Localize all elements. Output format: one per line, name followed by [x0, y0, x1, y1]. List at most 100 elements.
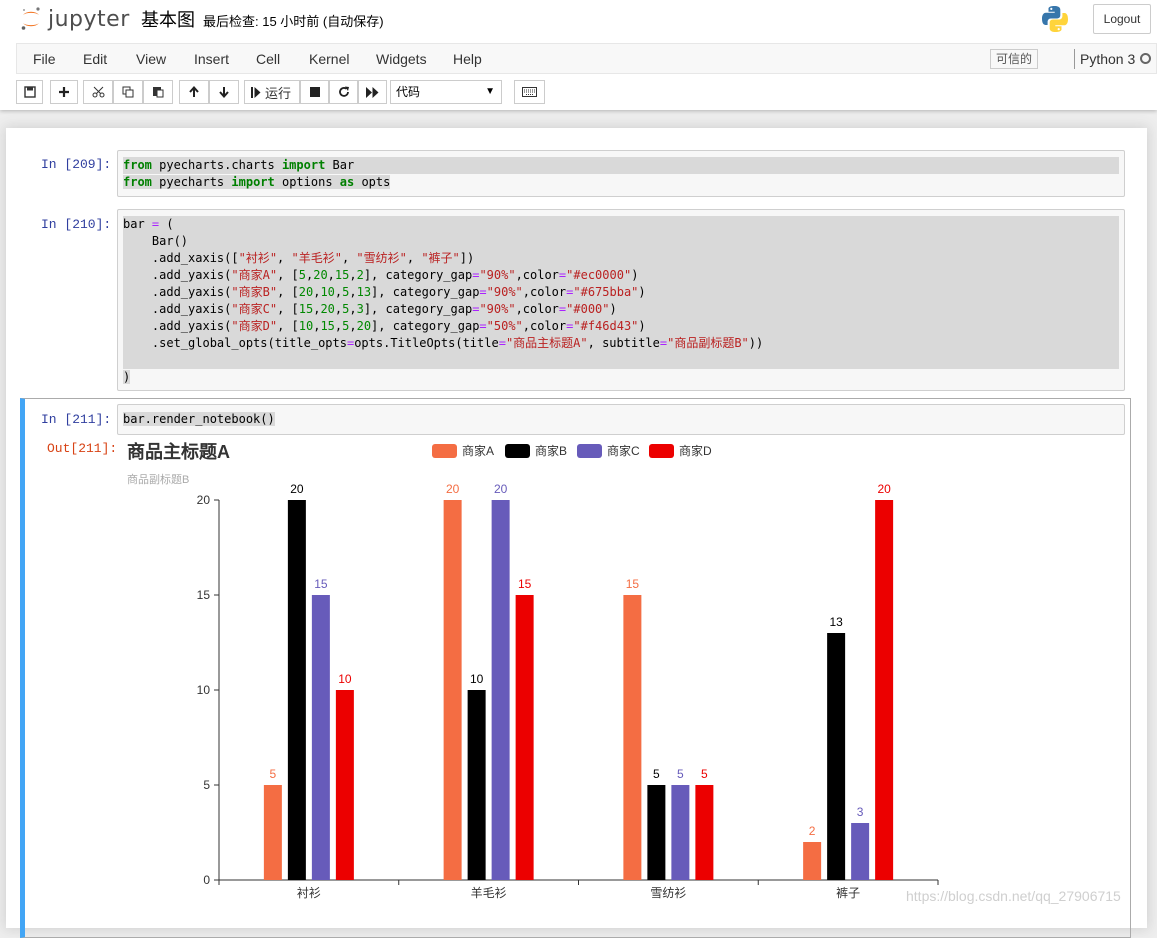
bar-data-label: 15 [314, 577, 328, 591]
copy-button[interactable] [113, 80, 143, 104]
bar-data-label: 10 [338, 672, 352, 686]
menu-cell[interactable]: Cell [256, 51, 280, 67]
y-tick-label: 15 [197, 588, 211, 602]
jupyter-icon [21, 7, 40, 30]
bar-data-label: 5 [270, 767, 277, 781]
menu-help[interactable]: Help [453, 51, 482, 67]
y-tick-label: 10 [197, 683, 211, 697]
code-cell-input[interactable]: bar = ( Bar() .add_xaxis(["衬衫", "羊毛衫", "… [117, 209, 1125, 391]
arrow-up-icon [189, 86, 199, 97]
jupyter-logo[interactable]: jupyter [20, 5, 130, 33]
code-line: bar.render_notebook() [123, 412, 275, 426]
cut-button[interactable] [83, 80, 113, 104]
paste-button[interactable] [143, 80, 173, 104]
code-line: .add_xaxis(["衬衫", "羊毛衫", "雪纺衫", "裤子"]) [123, 251, 475, 265]
checkpoint-status: 最后检查: 15 小时前 (自动保存) [203, 14, 384, 29]
menubar: File Edit View Insert Cell Kernel Widget… [16, 43, 1157, 74]
paste-icon [153, 87, 164, 98]
save-icon [23, 86, 36, 98]
caret-down-icon: ▼ [485, 86, 495, 97]
arrow-down-icon [219, 87, 229, 98]
stop-icon [309, 87, 320, 97]
run-label: 运行 [265, 85, 292, 101]
run-button[interactable]: 运行 [244, 80, 300, 104]
x-tick-label: 羊毛衫 [471, 885, 507, 900]
code-line: bar = ( [123, 217, 174, 231]
code-line: .add_yaxis("商家C", [15,20,5,3], category_… [123, 302, 617, 316]
logo-wordmark: jupyter [48, 6, 130, 32]
bar [443, 500, 462, 880]
kernel-name[interactable]: Python 3 [1080, 51, 1135, 67]
code-cell-input[interactable]: bar.render_notebook() [117, 404, 1125, 435]
code-line: .add_yaxis("商家D", [10,15,5,20], category… [123, 319, 646, 333]
cell-type-value: 代码 [396, 85, 421, 99]
kernel-idle-icon [1140, 53, 1151, 64]
bar [623, 595, 642, 880]
bar-data-label: 5 [677, 767, 684, 781]
notebook-container: In [209]: from pyecharts.charts import B… [6, 128, 1147, 938]
bar-data-label: 20 [290, 482, 304, 496]
watermark: https://blog.csdn.net/qq_27906715 [906, 888, 1121, 904]
cell-type-select[interactable]: 代码 ▼ [390, 80, 502, 104]
bar-data-label: 5 [653, 767, 660, 781]
kernel-divider [1074, 49, 1075, 69]
bar [515, 595, 534, 880]
code-line: .set_global_opts(title_opts=opts.TitleOp… [123, 336, 764, 350]
y-tick-label: 5 [203, 778, 210, 792]
python-logo-icon [1042, 6, 1068, 32]
code-line: ) [123, 370, 131, 384]
code-cell-input[interactable]: from pyecharts.charts import Bar from py… [117, 150, 1125, 197]
x-tick-label: 雪纺衫 [650, 886, 686, 900]
trusted-badge[interactable]: 可信的 [990, 49, 1039, 69]
cell-prompt: In [209]: [41, 157, 112, 172]
y-tick-label: 20 [197, 493, 211, 507]
bar [263, 785, 282, 880]
notebook-title[interactable]: 基本图 [141, 6, 195, 32]
save-button[interactable] [16, 80, 43, 104]
bar [491, 500, 510, 880]
menu-edit[interactable]: Edit [83, 51, 107, 67]
bar [647, 785, 666, 880]
cut-icon [92, 86, 104, 98]
keyboard-icon [522, 87, 537, 97]
restart-button[interactable] [329, 80, 358, 104]
code-line: .add_yaxis("商家A", [5,20,15,2], category_… [123, 268, 639, 282]
bar-chart: 商品主标题A 商品副标题B 商家A 商家B 商家C 商家D 0 5 10 15 20 衬衫 5 20 15 1… [127, 441, 939, 900]
legend-label: 商家D [679, 443, 712, 458]
bar-data-label: 13 [829, 615, 843, 629]
legend-label: 商家B [535, 443, 567, 458]
move-down-button[interactable] [209, 80, 239, 104]
bar-data-label: 10 [470, 672, 484, 686]
restart-icon [338, 86, 349, 97]
interrupt-button[interactable] [300, 80, 329, 104]
cell-prompt: In [210]: [41, 217, 112, 232]
y-tick-label: 0 [203, 873, 210, 887]
bar-data-label: 3 [857, 805, 864, 819]
legend-label: 商家A [462, 443, 494, 458]
bar [875, 500, 894, 880]
menu-widgets[interactable]: Widgets [376, 51, 427, 67]
menu-view[interactable]: View [136, 51, 166, 67]
bar [851, 823, 870, 880]
step-forward-icon [251, 86, 261, 98]
move-up-button[interactable] [179, 80, 209, 104]
cell-prompt: In [211]: [41, 412, 112, 427]
insert-cell-button[interactable] [50, 80, 78, 104]
bar [287, 500, 306, 880]
legend-swatch [577, 444, 602, 458]
menu-insert[interactable]: Insert [194, 51, 229, 67]
legend-swatch [505, 444, 530, 458]
bar [827, 633, 846, 880]
logout-button[interactable]: Logout [1093, 4, 1151, 34]
menu-file[interactable]: File [33, 51, 56, 67]
bar [695, 785, 714, 880]
legend-swatch [432, 444, 457, 458]
bar-data-label: 20 [446, 482, 460, 496]
menu-kernel[interactable]: Kernel [309, 51, 349, 67]
bar [671, 785, 690, 880]
bar [803, 842, 822, 880]
bar-data-label: 20 [877, 482, 891, 496]
restart-run-all-button[interactable] [358, 80, 387, 104]
code-line: from pyecharts.charts import Bar [123, 157, 1119, 174]
command-palette-button[interactable] [514, 80, 545, 104]
